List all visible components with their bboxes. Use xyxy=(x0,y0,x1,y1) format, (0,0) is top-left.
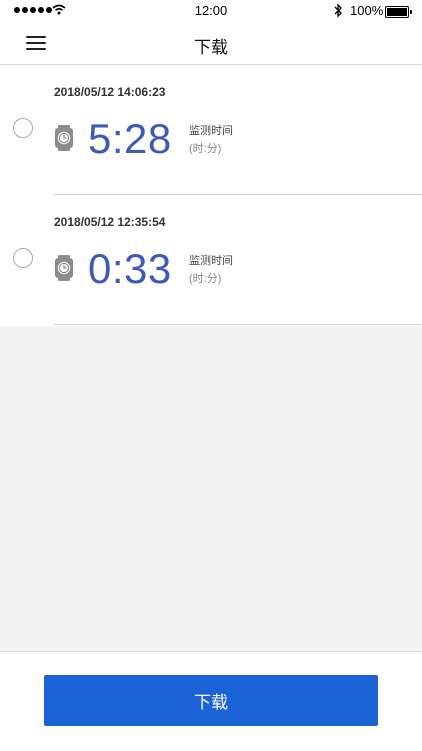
duration-value: 5:28 xyxy=(88,115,172,162)
duration-unit: (时:分) xyxy=(189,143,222,155)
divider xyxy=(54,324,422,325)
record-date: 2018/05/12 14:06:23 xyxy=(54,85,166,99)
download-button[interactable]: 下载 xyxy=(44,675,378,726)
duration-label: 监测时间 xyxy=(189,255,233,267)
status-bar: 12:00 100% xyxy=(0,0,422,22)
record-item[interactable]: 2018/05/12 12:35:54 0:33 监测时间 (时:分) xyxy=(0,195,422,325)
page-title: 下载 xyxy=(194,38,228,57)
record-list: 2018/05/12 14:06:23 5:28 监测时间 (时:分) 2018… xyxy=(0,65,422,326)
select-radio[interactable] xyxy=(13,248,33,268)
duration-label: 监测时间 xyxy=(189,125,233,137)
duration-unit: (时:分) xyxy=(189,273,222,285)
battery-percentage: 100% xyxy=(350,3,384,18)
bottom-bar: 下载 xyxy=(0,651,422,751)
record-date: 2018/05/12 12:35:54 xyxy=(54,215,166,229)
navigation-bar: 下载 xyxy=(0,22,422,65)
watch-icon xyxy=(55,125,73,151)
record-item[interactable]: 2018/05/12 14:06:23 5:28 监测时间 (时:分) xyxy=(0,65,422,195)
battery-icon xyxy=(385,6,412,18)
watch-icon xyxy=(55,255,73,281)
select-radio[interactable] xyxy=(13,118,33,138)
duration-value: 0:33 xyxy=(88,245,172,292)
bluetooth-icon xyxy=(334,3,342,18)
